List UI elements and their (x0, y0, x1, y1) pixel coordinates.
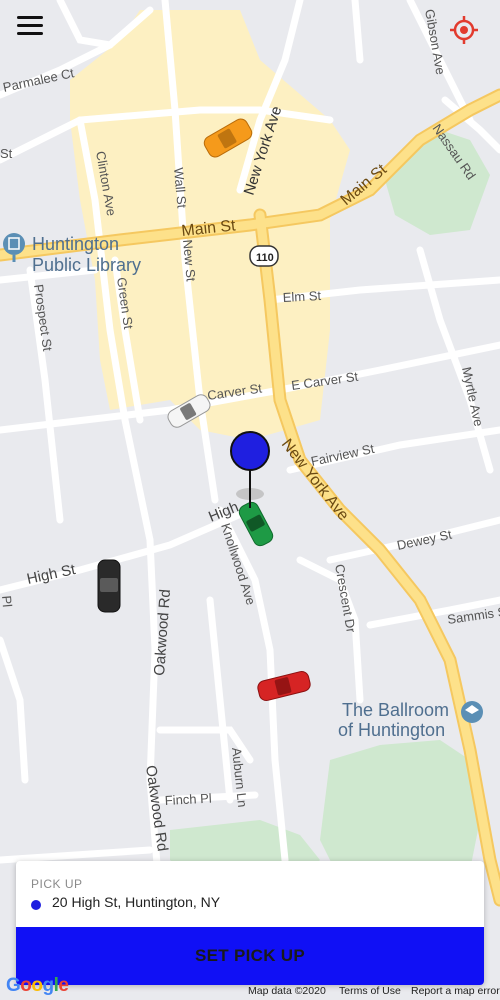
pickup-location-dot-icon (31, 900, 41, 910)
menu-button[interactable] (14, 12, 46, 40)
set-pickup-button[interactable]: SET PICK UP (16, 927, 484, 985)
locate-me-button[interactable] (446, 12, 482, 48)
pickup-card: PICK UP 20 High St, Huntington, NY SET P… (16, 861, 484, 985)
poi-library-line2: Public Library (32, 255, 141, 275)
map-data-attribution: Map data ©2020 (248, 985, 326, 997)
street-label-finch-pl: Finch Pl (164, 791, 212, 808)
ballroom-icon (461, 701, 483, 723)
pickup-address[interactable]: 20 High St, Huntington, NY (52, 894, 220, 910)
street-label-pl-edge: Pl (0, 595, 15, 608)
poi-ballroom-line1: The Ballroom (342, 700, 449, 720)
crosshair-locate-icon (450, 16, 478, 44)
terms-of-use-link[interactable]: Terms of Use (339, 985, 401, 997)
street-label-elm-st: Elm St (282, 288, 321, 305)
pickup-label: PICK UP (31, 877, 83, 891)
route-110-label: 110 (256, 252, 274, 264)
poi-library-line1: Huntington (32, 234, 119, 254)
car-icon (97, 559, 121, 613)
street-label-st-edge: St (0, 146, 13, 161)
poi-ballroom-line2: of Huntington (338, 720, 445, 740)
google-logo: Google (6, 975, 69, 996)
report-map-error-link[interactable]: Report a map error (411, 985, 500, 997)
map[interactable]: Gibson Ave Parmalee Ct Nassau Rd New Yor… (0, 0, 500, 1000)
